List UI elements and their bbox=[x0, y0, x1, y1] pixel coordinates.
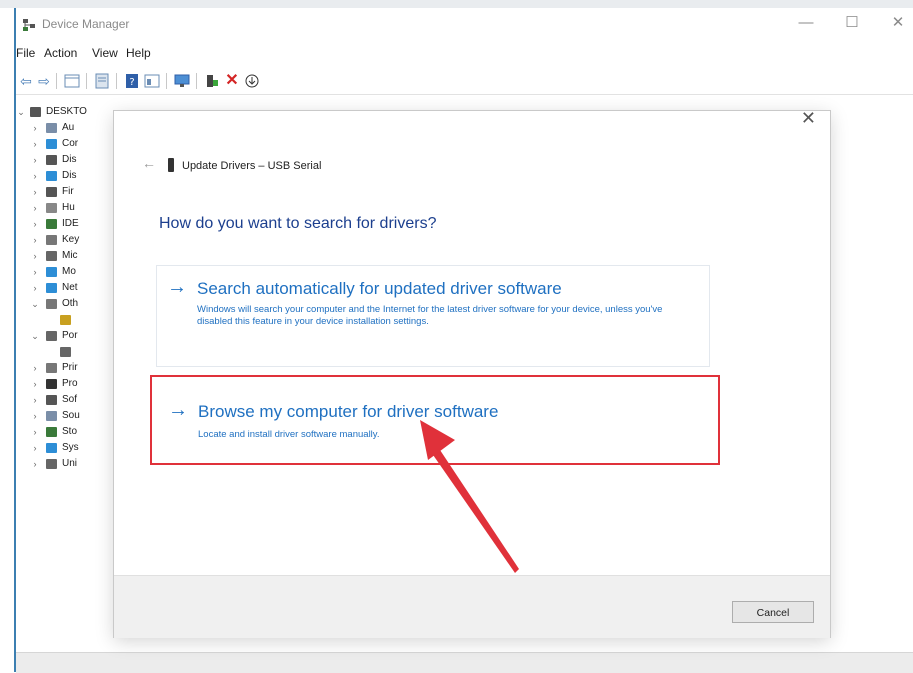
annotation-arrow-icon bbox=[420, 420, 519, 573]
